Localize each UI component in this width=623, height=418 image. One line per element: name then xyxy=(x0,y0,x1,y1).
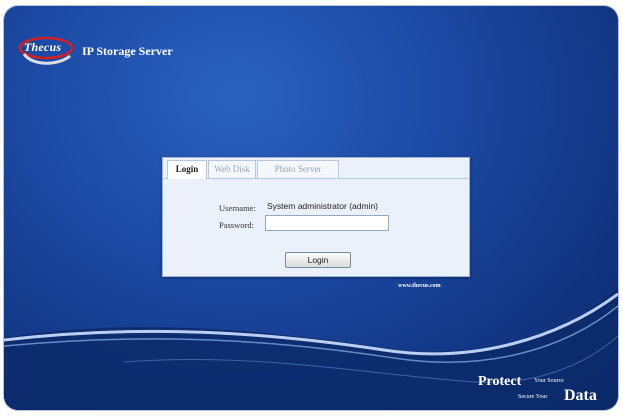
slogan-data: Data xyxy=(564,387,597,404)
slogan-protect: Protect xyxy=(478,374,522,389)
brand-logo: Thecus IP Storage Server xyxy=(18,34,173,68)
tab-login[interactable]: Login xyxy=(167,160,207,179)
tab-web-disk[interactable]: Web Disk xyxy=(208,160,256,178)
thecus-logo: Thecus xyxy=(18,34,76,68)
username-value: System administrator (admin) xyxy=(267,201,379,211)
tab-bar: Login Web Disk Photo Server xyxy=(163,158,469,179)
slogan-secure-your: Secure Your xyxy=(518,394,548,400)
login-button[interactable]: Login xyxy=(285,252,351,268)
tab-photo-server[interactable]: Photo Server xyxy=(257,160,339,178)
product-name: IP Storage Server xyxy=(82,43,173,58)
login-screen: Thecus IP Storage Server Login Web Disk … xyxy=(4,6,618,410)
password-field[interactable] xyxy=(265,215,389,231)
username-label: Username: xyxy=(219,203,256,213)
slogan-your-source: Your Source xyxy=(534,378,564,384)
logo-text: Thecus xyxy=(24,40,62,54)
password-label: Password: xyxy=(219,220,254,230)
login-panel: Login Web Disk Photo Server Username: Sy… xyxy=(162,157,470,277)
site-url: www.thecus.com xyxy=(398,283,441,289)
